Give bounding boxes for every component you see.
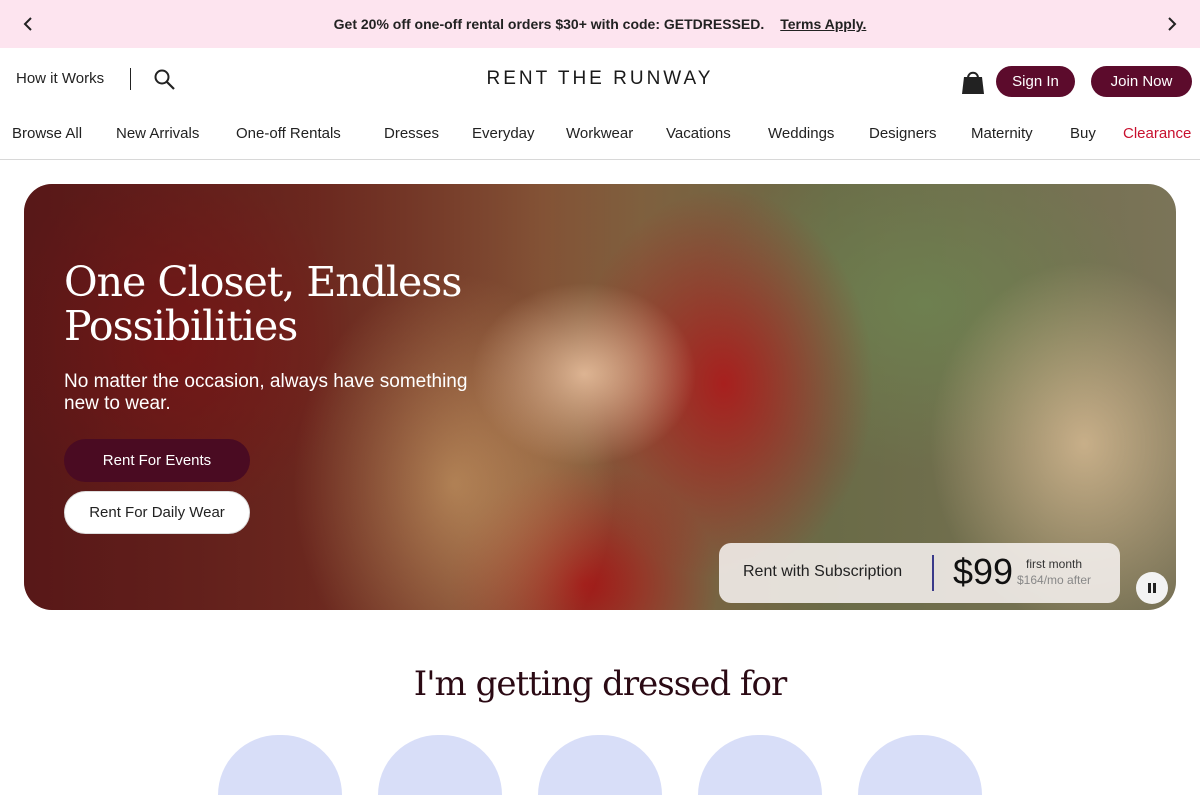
hero-banner: One Closet, Endless Possibilities No mat… — [24, 184, 1176, 610]
hero-subtitle: No matter the occasion, always have some… — [64, 371, 468, 414]
subscription-divider — [932, 555, 934, 591]
nav-item-clearance[interactable]: Clearance — [1123, 125, 1191, 142]
nav-item-one-off-rentals[interactable]: One-off Rentals — [236, 125, 341, 142]
occasion-tile[interactable] — [698, 735, 822, 795]
nav-item-new-arrivals[interactable]: New Arrivals — [116, 125, 199, 142]
rent-for-daily-wear-button[interactable]: Rent For Daily Wear — [64, 491, 250, 534]
occasion-tile[interactable] — [378, 735, 502, 795]
occasion-tile[interactable] — [858, 735, 982, 795]
site-header: How it Works RENT THE RUNWAY Sign In Joi… — [0, 48, 1200, 112]
promo-banner: Get 20% off one-off rental orders $30+ w… — [0, 0, 1200, 48]
chevron-right-icon[interactable] — [1162, 14, 1182, 34]
subscription-label: Rent with Subscription — [743, 563, 903, 580]
nav-item-maternity[interactable]: Maternity — [971, 125, 1033, 142]
main-nav: Browse All New Arrivals One-off Rentals … — [0, 112, 1200, 160]
pause-icon[interactable] — [1136, 572, 1168, 604]
chevron-left-icon[interactable] — [18, 14, 38, 34]
subscription-after-price: $164/mo after — [1017, 573, 1092, 587]
nav-item-weddings[interactable]: Weddings — [768, 125, 834, 142]
search-icon[interactable] — [153, 68, 177, 92]
sign-in-button[interactable]: Sign In — [996, 66, 1075, 97]
how-it-works-link[interactable]: How it Works — [16, 70, 104, 87]
promo-text: Get 20% off one-off rental orders $30+ w… — [333, 16, 765, 32]
rent-for-events-button[interactable]: Rent For Events — [64, 439, 250, 482]
occasion-tile[interactable] — [218, 735, 342, 795]
subscription-card[interactable]: Rent with Subscription $99 first month $… — [719, 543, 1120, 603]
subscription-price: $99 — [953, 551, 1014, 592]
shopping-bag-icon[interactable] — [960, 68, 986, 96]
nav-item-everyday[interactable]: Everyday — [472, 125, 535, 142]
terms-link[interactable]: Terms Apply. — [780, 16, 866, 32]
subscription-first-month: first month — [1026, 557, 1083, 571]
section-title: I'm getting dressed for — [413, 664, 787, 704]
header-divider — [130, 68, 131, 90]
nav-item-buy[interactable]: Buy — [1070, 125, 1096, 142]
nav-item-designers[interactable]: Designers — [869, 125, 937, 142]
occasion-tile[interactable] — [538, 735, 662, 795]
join-now-button[interactable]: Join Now — [1091, 66, 1192, 97]
nav-item-vacations[interactable]: Vacations — [666, 125, 731, 142]
nav-item-dresses[interactable]: Dresses — [384, 125, 439, 142]
nav-item-browse-all[interactable]: Browse All — [12, 125, 82, 142]
hero-title: One Closet, Endless Possibilities — [64, 258, 462, 350]
site-logo[interactable]: RENT THE RUNWAY — [487, 68, 714, 89]
nav-item-workwear[interactable]: Workwear — [566, 125, 633, 142]
